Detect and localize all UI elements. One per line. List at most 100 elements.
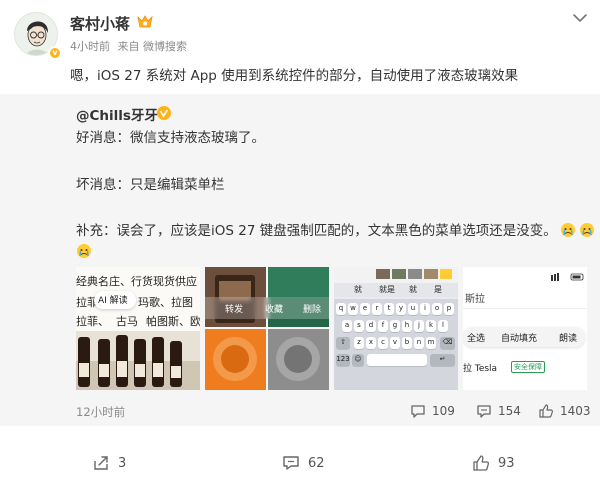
key-d[interactable]: d: [366, 320, 376, 332]
post-text: 嗯，iOS 27 系统对 App 使用到系统控件的部分，自动使用了液态玻璃效果: [70, 68, 519, 84]
backspace-key-icon[interactable]: ⌫: [440, 337, 455, 349]
repost-image-3[interactable]: 就 就是 就 是 q w e r t y u i o p a s d f g h…: [334, 267, 458, 390]
key-b[interactable]: b: [402, 337, 412, 349]
post-header: v 客村小蒋 4小时前 来自 微博搜索: [0, 0, 600, 60]
key-c[interactable]: c: [378, 337, 388, 349]
repost-image-4[interactable]: 斯拉 全选 自动填充 朗读 拉 Tesla 安全保障: [463, 267, 587, 390]
key-t[interactable]: t: [384, 303, 394, 315]
key-m[interactable]: m: [426, 337, 436, 349]
key-l[interactable]: l: [438, 320, 448, 332]
image1-line: 帕图斯、欧: [146, 315, 200, 328]
share-count: 3: [118, 455, 127, 471]
post-source: 来自 微博搜索: [117, 40, 188, 53]
post-author[interactable]: 客村小蒋: [70, 13, 130, 34]
comment-count: 62: [308, 455, 325, 471]
key-g[interactable]: g: [390, 320, 400, 332]
key-j[interactable]: j: [414, 320, 424, 332]
key-n[interactable]: n: [414, 337, 424, 349]
repost-time: 12小时前: [76, 405, 126, 419]
member-badge-icon: [137, 15, 153, 28]
menu-read[interactable]: 朗读: [559, 331, 577, 344]
post-time: 4小时前: [70, 40, 110, 53]
suggestion[interactable]: 就: [409, 284, 417, 295]
field-text: 斯拉: [465, 294, 485, 305]
repost-likes[interactable]: 1403: [538, 403, 591, 419]
numbers-key[interactable]: 123: [336, 354, 350, 366]
emoji-row: [76, 241, 92, 260]
key-a[interactable]: a: [342, 320, 352, 332]
key-y[interactable]: y: [396, 303, 406, 315]
space-key[interactable]: [367, 354, 427, 366]
share-icon: [94, 456, 108, 470]
repost-likes-count: 1403: [560, 404, 591, 418]
key-p[interactable]: p: [444, 303, 454, 315]
tesla-brand: 拉 Tesla: [463, 364, 498, 374]
key-s[interactable]: s: [354, 320, 364, 332]
suggestion[interactable]: 就: [354, 284, 362, 295]
comment-bubble-icon: [477, 405, 491, 418]
key-u[interactable]: u: [408, 303, 418, 315]
key-o[interactable]: o: [432, 303, 442, 315]
key-i[interactable]: i: [420, 303, 430, 315]
repost-image-1[interactable]: 经典名庄、行货现货供应 拉菲、 AI 解读 玛歌、拉图 拉菲、 古马 帕图斯、欧: [76, 267, 200, 390]
suggestion[interactable]: 就是: [379, 284, 395, 295]
key-e[interactable]: e: [360, 303, 370, 315]
return-key-icon[interactable]: ↵: [430, 354, 455, 366]
image1-line: 玛歌、拉图: [138, 296, 193, 309]
key-x[interactable]: x: [366, 337, 376, 349]
emoji-key-icon[interactable]: ☺: [352, 354, 364, 366]
thumbs-up-icon: [539, 404, 553, 418]
key-w[interactable]: w: [348, 303, 358, 315]
tesla-search-field: 斯拉: [463, 285, 587, 309]
image1-line: 古马: [116, 315, 138, 328]
like-count: 93: [498, 455, 515, 471]
repost-author[interactable]: @Chills牙牙: [76, 104, 158, 124]
repost-comments[interactable]: 109: [410, 403, 455, 419]
menu-favorite[interactable]: 收藏: [265, 302, 283, 315]
photo-grid-preview: [205, 267, 329, 390]
suggestion[interactable]: 是: [434, 284, 442, 295]
gold-v-badge-icon: [157, 106, 171, 120]
menu-select-all[interactable]: 全选: [467, 331, 485, 344]
comment-button[interactable]: 62: [282, 454, 325, 472]
key-f[interactable]: f: [378, 320, 388, 332]
comment-icon: [411, 405, 425, 418]
crying-emoji-icon: [77, 244, 91, 258]
image1-line: 拉菲、: [76, 315, 109, 328]
ai-read-pill[interactable]: AI 解读: [94, 291, 136, 309]
crying-emoji-icon: [560, 223, 575, 237]
repost-reposts[interactable]: 154: [476, 403, 521, 419]
crying-emoji-icon: [579, 223, 594, 237]
key-q[interactable]: q: [336, 303, 346, 315]
repost-line-bad: 坏消息：只是编辑菜单栏: [76, 177, 225, 193]
menu-forward[interactable]: 转发: [225, 302, 243, 315]
keyboard-suggestions: 就 就是 就 是: [334, 283, 458, 297]
status-icons: [551, 273, 584, 281]
image1-line: 经典名庄、行货现货供应: [76, 275, 197, 288]
key-h[interactable]: h: [402, 320, 412, 332]
repost-card[interactable]: @Chills牙牙 好消息：微信支持液态玻璃了。 坏消息：只是编辑菜单栏 补充：…: [0, 94, 600, 426]
key-v[interactable]: v: [390, 337, 400, 349]
repost-comments-count: 109: [432, 404, 455, 418]
key-z[interactable]: z: [354, 337, 364, 349]
repost-footer: 12小时前 109 154 1403: [0, 394, 600, 426]
supplement-text: 补充：误会了，应该是iOS 27 键盘强制匹配的，文本黑色的菜单选项还是没变。: [76, 223, 557, 239]
glass-edit-menu: 转发 收藏 删除: [205, 297, 329, 319]
post-meta: 4小时前 来自 微博搜索: [70, 38, 191, 54]
repost-line-good: 好消息：微信支持液态玻璃了。: [76, 130, 265, 146]
wine-bottles-photo: [76, 331, 200, 390]
keyboard: q w e r t y u i o p a s d f g h j k l ⇧ …: [334, 299, 458, 390]
shift-key-icon[interactable]: ⇧: [336, 337, 350, 349]
verified-badge-icon: v: [48, 46, 62, 60]
comment-icon: [283, 456, 299, 470]
chevron-down-icon[interactable]: [572, 12, 588, 24]
like-button[interactable]: 93: [472, 454, 515, 472]
edit-menu: 全选 自动填充 朗读: [463, 327, 585, 347]
menu-delete[interactable]: 删除: [303, 302, 321, 315]
key-k[interactable]: k: [426, 320, 436, 332]
menu-autofill[interactable]: 自动填充: [501, 331, 537, 344]
repost-image-2[interactable]: 转发 收藏 删除: [205, 267, 329, 390]
key-r[interactable]: r: [372, 303, 382, 315]
share-button[interactable]: 3: [92, 454, 126, 472]
thumbs-up-icon: [473, 455, 490, 471]
